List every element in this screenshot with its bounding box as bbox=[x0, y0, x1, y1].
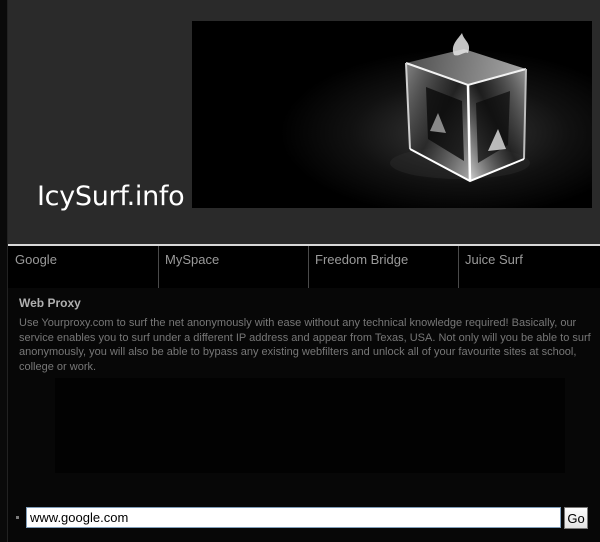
url-input[interactable] bbox=[26, 507, 561, 528]
empty-content-block bbox=[55, 378, 565, 473]
nav-item-google[interactable]: Google bbox=[8, 246, 158, 288]
page: IcySurf.info Google MySpace Freedom Brid… bbox=[0, 0, 600, 542]
go-button[interactable]: Go bbox=[564, 507, 588, 529]
bullet-icon bbox=[16, 516, 19, 519]
section-body-text: Use Yourproxy.com to surf the net anonym… bbox=[19, 317, 591, 373]
site-title: IcySurf.info bbox=[37, 181, 185, 212]
nav-item-freedom-bridge[interactable]: Freedom Bridge bbox=[308, 246, 458, 288]
header: IcySurf.info bbox=[8, 0, 600, 244]
nav-item-myspace[interactable]: MySpace bbox=[158, 246, 308, 288]
banner-image bbox=[192, 21, 592, 208]
nav-item-juice-surf[interactable]: Juice Surf bbox=[458, 246, 600, 288]
section-heading: Web Proxy bbox=[19, 296, 81, 310]
left-edge-bar bbox=[0, 0, 8, 542]
nav-bar: Google MySpace Freedom Bridge Juice Surf bbox=[8, 246, 600, 288]
glass-cube-icon bbox=[192, 21, 592, 208]
